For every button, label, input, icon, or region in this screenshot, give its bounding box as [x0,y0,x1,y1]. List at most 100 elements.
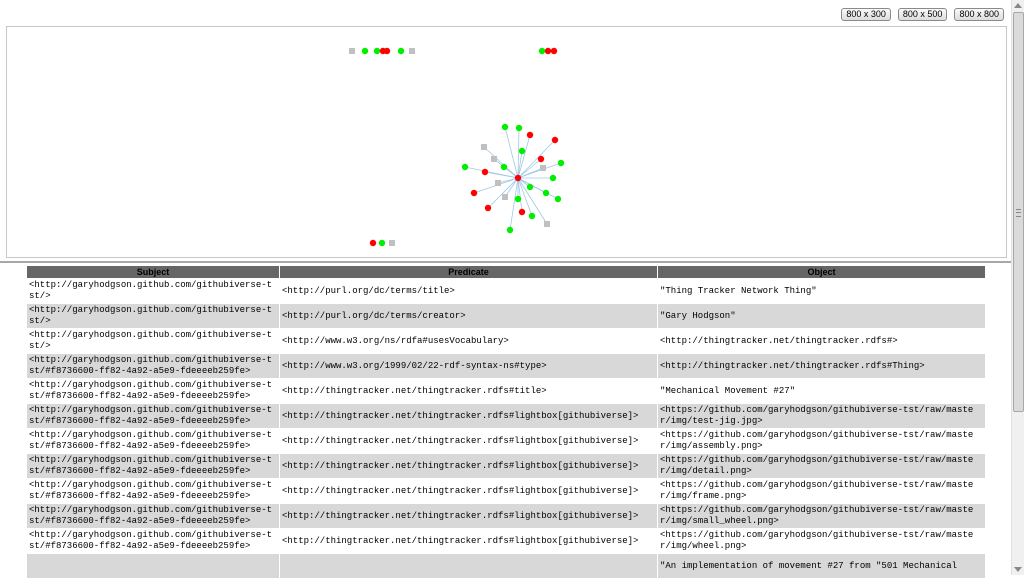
graph-edge [487,177,519,209]
subject-cell: <http://garyhodgson.github.com/githubive… [27,529,279,553]
subject-cell: <http://garyhodgson.github.com/githubive… [27,479,279,503]
object-cell: "Thing Tracker Network Thing" [658,279,985,303]
literal-node[interactable] [544,47,552,55]
resource-node[interactable] [518,147,526,155]
scrollbar-thumb[interactable] [1013,12,1024,412]
literal-node[interactable] [514,174,522,182]
graph-edge [517,177,559,200]
resource-node[interactable] [501,123,509,131]
table-row: <http://garyhodgson.github.com/githubive… [27,354,985,378]
predicate-cell [280,554,657,578]
subject-cell: <http://garyhodgson.github.com/githubive… [27,454,279,478]
blank-node[interactable] [544,221,550,227]
object-cell: <https://github.com/garyhodgson/githubiv… [658,429,985,453]
object-column-header[interactable]: Object [658,266,985,278]
literal-node[interactable] [369,239,377,247]
section-divider [0,261,1012,263]
resource-node[interactable] [397,47,405,55]
resource-node[interactable] [557,159,565,167]
subject-cell: <http://garyhodgson.github.com/githubive… [27,354,279,378]
size-800x800-button[interactable]: 800 x 800 [954,8,1004,21]
blank-node[interactable] [495,180,501,186]
predicate-cell: <http://thingtracker.net/thingtracker.rd… [280,504,657,528]
resource-node[interactable] [542,189,550,197]
resource-node[interactable] [461,163,469,171]
resource-node[interactable] [514,195,522,203]
graph-edge [484,171,519,179]
subject-cell: <http://garyhodgson.github.com/githubive… [27,504,279,528]
size-toolbar: 800 x 300 800 x 500 800 x 800 [841,8,1004,21]
literal-node[interactable] [551,136,559,144]
predicate-cell: <http://www.w3.org/ns/rdfa#usesVocabular… [280,329,657,353]
resource-node[interactable] [361,47,369,55]
literal-node[interactable] [537,155,545,163]
resource-node[interactable] [554,195,562,203]
size-800x300-button[interactable]: 800 x 300 [841,8,891,21]
object-cell: <http://thingtracker.net/thingtracker.rd… [658,329,985,353]
blank-node[interactable] [502,194,508,200]
grip-icon [1016,209,1021,217]
subject-cell: <http://garyhodgson.github.com/githubive… [27,404,279,428]
scroll-up-icon[interactable] [1014,3,1022,8]
resource-node[interactable] [538,47,546,55]
subject-cell [27,554,279,578]
table-row: <http://garyhodgson.github.com/githubive… [27,479,985,503]
table-row: <http://garyhodgson.github.com/githubive… [27,454,985,478]
object-cell: <https://github.com/garyhodgson/githubiv… [658,529,985,553]
table-header-row: Subject Predicate Object [27,266,985,278]
table-row: "An implementation of movement #27 from … [27,554,985,578]
object-cell: "Gary Hodgson" [658,304,985,328]
blank-node[interactable] [491,156,497,162]
table-body: <http://garyhodgson.github.com/githubive… [27,279,985,578]
resource-node[interactable] [378,239,386,247]
table-row: <http://garyhodgson.github.com/githubive… [27,504,985,528]
subject-cell: <http://garyhodgson.github.com/githubive… [27,279,279,303]
object-cell: <https://github.com/garyhodgson/githubiv… [658,454,985,478]
literal-node[interactable] [484,204,492,212]
blank-node[interactable] [540,165,546,171]
resource-node[interactable] [373,47,381,55]
resource-node[interactable] [515,124,523,132]
resource-node[interactable] [549,174,557,182]
resource-node[interactable] [528,212,536,220]
size-800x500-button[interactable]: 800 x 500 [897,8,948,21]
object-cell: <http://thingtracker.net/thingtracker.rd… [658,354,985,378]
predicate-cell: <http://thingtracker.net/thingtracker.rd… [280,404,657,428]
object-cell: <https://github.com/garyhodgson/githubiv… [658,504,985,528]
predicate-column-header[interactable]: Predicate [280,266,657,278]
blank-node[interactable] [481,144,487,150]
object-cell: "An implementation of movement #27 from … [658,554,985,578]
scroll-down-icon[interactable] [1014,567,1022,572]
rdf-graph-canvas[interactable] [6,26,1007,258]
table-row: <http://garyhodgson.github.com/githubive… [27,404,985,428]
predicate-cell: <http://thingtracker.net/thingtracker.rd… [280,454,657,478]
object-cell: "Mechanical Movement #27" [658,379,985,403]
literal-node[interactable] [470,189,478,197]
literal-node[interactable] [550,47,558,55]
blank-node[interactable] [389,240,395,246]
predicate-cell: <http://thingtracker.net/thingtracker.rd… [280,429,657,453]
subject-cell: <http://garyhodgson.github.com/githubive… [27,429,279,453]
literal-node[interactable] [518,208,526,216]
resource-node[interactable] [506,226,514,234]
table-row: <http://garyhodgson.github.com/githubive… [27,429,985,453]
object-cell: <https://github.com/garyhodgson/githubiv… [658,404,985,428]
subject-column-header[interactable]: Subject [27,266,279,278]
resource-node[interactable] [526,183,534,191]
predicate-cell: <http://thingtracker.net/thingtracker.rd… [280,529,657,553]
page-scrollbar[interactable] [1011,0,1024,575]
literal-node[interactable] [383,47,391,55]
table-row: <http://garyhodgson.github.com/githubive… [27,279,985,303]
literal-node[interactable] [526,131,534,139]
predicate-cell: <http://purl.org/dc/terms/title> [280,279,657,303]
predicate-cell: <http://www.w3.org/1999/02/22-rdf-syntax… [280,354,657,378]
subject-cell: <http://garyhodgson.github.com/githubive… [27,304,279,328]
blank-node[interactable] [409,48,415,54]
graph-edge [509,177,519,231]
blank-node[interactable] [349,48,355,54]
triples-table: Subject Predicate Object <http://garyhod… [26,265,986,579]
table-row: <http://garyhodgson.github.com/githubive… [27,304,985,328]
resource-node[interactable] [500,163,508,171]
subject-cell: <http://garyhodgson.github.com/githubive… [27,329,279,353]
literal-node[interactable] [481,168,489,176]
